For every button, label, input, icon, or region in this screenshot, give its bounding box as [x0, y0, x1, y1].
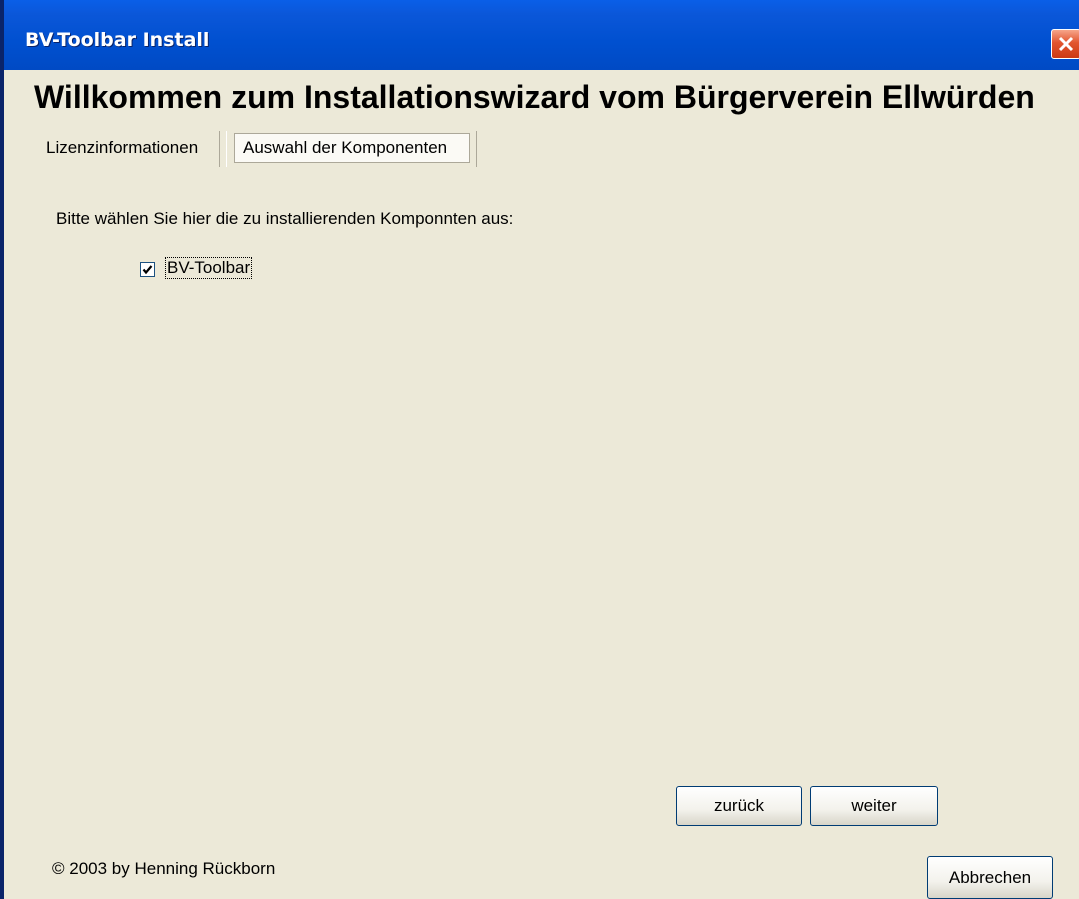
component-label[interactable]: BV-Toolbar	[164, 257, 253, 279]
tab-component-selection[interactable]: Auswahl der Komponenten	[226, 131, 477, 167]
tab-license-info[interactable]: Lizenzinformationen	[34, 131, 220, 167]
close-button[interactable]	[1051, 29, 1079, 59]
close-icon	[1058, 36, 1074, 52]
cancel-button[interactable]: Abbrechen	[927, 856, 1053, 899]
window-title: BV-Toolbar Install	[25, 29, 210, 51]
tab-label: Lizenzinformationen	[46, 138, 199, 157]
title-bar[interactable]: BV-Toolbar Install	[4, 0, 1079, 70]
page-title: Willkommen zum Installationswizard vom B…	[34, 79, 1035, 115]
installer-window: BV-Toolbar Install Willkommen zum Instal…	[0, 0, 1079, 899]
next-button[interactable]: weiter	[810, 786, 938, 826]
checkmark-icon	[142, 265, 153, 275]
copyright-text: © 2003 by Henning Rückborn	[52, 859, 276, 878]
back-button[interactable]: zurück	[676, 786, 802, 826]
tab-label: Auswahl der Komponenten	[234, 133, 470, 163]
instruction-text: Bitte wählen Sie hier die zu installiere…	[56, 209, 514, 228]
component-checkbox[interactable]	[140, 262, 155, 277]
